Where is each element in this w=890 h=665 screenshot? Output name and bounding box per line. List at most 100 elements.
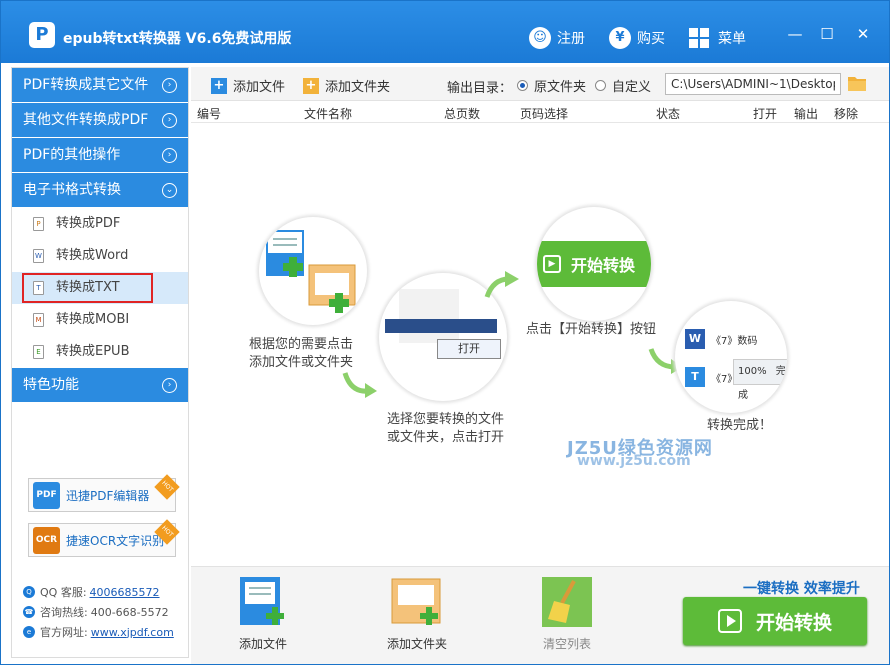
promo-pdf-editor[interactable]: PDF 迅捷PDF编辑器 HOT bbox=[28, 474, 180, 512]
sidebar-item-label: 转换成Word bbox=[56, 248, 129, 263]
pdf-editor-icon: PDF bbox=[33, 481, 60, 509]
start-mock-label: 开始转换 bbox=[571, 256, 636, 275]
col-pages: 总页数 bbox=[444, 107, 481, 121]
add-folder-label: 添加文件夹 bbox=[325, 80, 391, 95]
folder-icon[interactable] bbox=[846, 72, 868, 94]
add-folder-button[interactable]: + 添加文件夹 bbox=[303, 76, 390, 95]
chevron-right-icon: › bbox=[162, 113, 177, 128]
category-label: PDF转换成其它文件 bbox=[23, 77, 149, 93]
app-logo-icon: P bbox=[29, 22, 55, 48]
radio-label: 原文件夹 bbox=[534, 80, 587, 95]
category-label: 电子书格式转换 bbox=[23, 182, 121, 198]
contact-hotline: ☎ 咨询热线: 400-668-5572 bbox=[23, 604, 169, 620]
radio-original-folder[interactable]: 原文件夹 bbox=[517, 76, 586, 95]
yen-icon: ¥ bbox=[609, 27, 631, 49]
qq-link[interactable]: 4006685572 bbox=[90, 586, 160, 599]
col-name: 文件名称 bbox=[304, 107, 353, 121]
sidebar-item-label: 转换成PDF bbox=[56, 216, 121, 231]
sidebar-item-to-mobi[interactable]: M 转换成MOBI bbox=[12, 304, 188, 336]
category-ebook-convert[interactable]: 电子书格式转换 ⌄ bbox=[12, 173, 188, 208]
category-special-features[interactable]: 特色功能 › bbox=[12, 368, 188, 403]
add-file-button[interactable]: + 添加文件 bbox=[211, 76, 285, 95]
add-file-label: 添加文件 bbox=[233, 80, 286, 95]
radio-dot bbox=[595, 80, 606, 91]
folder-list-mock bbox=[399, 289, 459, 343]
buy-button[interactable]: ¥ 购买 bbox=[609, 27, 665, 49]
step1-line1: 根据您的需要点击 bbox=[249, 337, 354, 352]
word-file-icon: W bbox=[33, 249, 44, 263]
step2-text: 选择您要转换的文件 或文件夹，点击打开 bbox=[387, 411, 504, 447]
col-output: 输出 bbox=[794, 107, 819, 121]
promo-ocr[interactable]: OCR 捷速OCR文字识别 HOT bbox=[28, 519, 180, 557]
grid-icon bbox=[689, 28, 709, 48]
bottom-add-folder-button[interactable]: 添加文件夹 bbox=[377, 575, 457, 652]
category-pdf-other-ops[interactable]: PDF的其他操作 › bbox=[12, 138, 188, 173]
app-window: P epub转txt转换器 V6.6免费试用版 ☺ 注册 ¥ 购买 菜单 — ☐… bbox=[0, 0, 890, 665]
category-other-to-pdf[interactable]: 其他文件转换成PDF › bbox=[12, 103, 188, 138]
mobi-file-icon: M bbox=[33, 313, 44, 327]
menu-button[interactable]: 菜单 bbox=[689, 27, 746, 49]
bottom-add-folder-label: 添加文件夹 bbox=[386, 637, 447, 651]
bottom-bar: 添加文件 添加文件夹 清空列表 一键转换 效率提升 开始转换 bbox=[191, 566, 889, 664]
register-label: 注册 bbox=[557, 31, 585, 47]
sidebar-item-to-pdf[interactable]: P 转换成PDF bbox=[12, 208, 188, 240]
bottom-add-file-button[interactable]: 添加文件 bbox=[223, 575, 303, 652]
minimize-button[interactable]: — bbox=[785, 25, 805, 43]
col-remove: 移除 bbox=[834, 107, 859, 121]
watermark-url: www.jz5u.com bbox=[577, 453, 691, 469]
progress-badge: 100% 完成 bbox=[733, 359, 787, 401]
step3-text: 点击【开始转换】按钮 bbox=[526, 322, 657, 337]
add-folder-icon bbox=[390, 575, 444, 629]
qq-icon: Q bbox=[23, 586, 35, 598]
promo-label: 迅捷PDF编辑器 bbox=[66, 488, 150, 503]
contact-qq: Q QQ 客服: 4006685572 bbox=[23, 584, 160, 600]
sidebar-item-label: 转换成MOBI bbox=[56, 312, 130, 327]
file-list-area[interactable]: 根据您的需要点击 添加文件或文件夹 打开 JZ5U绿色资源网 www.jz5u.… bbox=[191, 123, 889, 565]
category-pdf-to-other[interactable]: PDF转换成其它文件 › bbox=[12, 68, 188, 103]
selected-row-mock bbox=[385, 319, 497, 333]
col-page-select: 页码选择 bbox=[520, 107, 569, 121]
contact-website: e 官方网址: www.xjpdf.com bbox=[23, 624, 174, 640]
hot-badge: HOT bbox=[154, 474, 180, 500]
radio-dot-checked bbox=[517, 80, 528, 91]
close-button[interactable]: ✕ bbox=[853, 25, 873, 43]
contact-label: QQ 客服: bbox=[40, 586, 87, 599]
step1-text: 根据您的需要点击 添加文件或文件夹 bbox=[249, 336, 353, 372]
file-table-header: 编号 文件名称 总页数 页码选择 状态 打开 输出 移除 bbox=[191, 101, 889, 123]
register-button[interactable]: ☺ 注册 bbox=[529, 27, 585, 49]
contact-label: 咨询热线: bbox=[40, 606, 88, 619]
sidebar: PDF转换成其它文件 › 其他文件转换成PDF › PDF的其他操作 › 电子书… bbox=[11, 67, 189, 658]
sidebar-item-to-epub[interactable]: E 转换成EPUB bbox=[12, 336, 188, 368]
step2-line2: 或文件夹，点击打开 bbox=[387, 430, 505, 445]
step2-line1: 选择您要转换的文件 bbox=[387, 412, 505, 427]
start-button-mock: ▶ 开始转换 bbox=[537, 241, 651, 287]
step1-line2: 添加文件或文件夹 bbox=[249, 355, 354, 370]
step4-illustration: W 《7》数码 T 《7》 100% 完成 bbox=[675, 301, 787, 413]
sidebar-item-to-txt[interactable]: T 转换成TXT bbox=[12, 272, 188, 304]
promo-label: 捷速OCR文字识别 bbox=[66, 533, 165, 548]
clear-list-button[interactable]: 清空列表 bbox=[527, 575, 607, 652]
add-file-icon bbox=[236, 575, 290, 629]
category-label: 其他文件转换成PDF bbox=[23, 112, 149, 128]
ocr-icon: OCR bbox=[33, 526, 60, 554]
epub-file-icon: E bbox=[33, 345, 44, 359]
category-label: PDF的其他操作 bbox=[23, 147, 121, 163]
slogan: 一键转换 效率提升 bbox=[743, 581, 860, 597]
app-title: epub转txt转换器 V6.6免费试用版 bbox=[63, 31, 292, 47]
play-icon bbox=[717, 609, 742, 633]
txt-file-icon: T bbox=[33, 281, 44, 295]
col-status: 状态 bbox=[656, 107, 681, 121]
website-link[interactable]: www.xjpdf.com bbox=[91, 626, 174, 639]
col-index: 编号 bbox=[197, 107, 222, 121]
maximize-button[interactable]: ☐ bbox=[817, 25, 837, 43]
start-convert-label: 开始转换 bbox=[755, 611, 832, 634]
contact-label: 官方网址: bbox=[40, 626, 88, 639]
sidebar-item-to-word[interactable]: W 转换成Word bbox=[12, 240, 188, 272]
output-dir-label: 输出目录： bbox=[447, 81, 513, 96]
radio-custom[interactable]: 自定义 bbox=[595, 76, 651, 95]
play-icon: ▶ bbox=[543, 255, 561, 273]
start-convert-button[interactable]: 开始转换 bbox=[683, 597, 867, 645]
step3-illustration: ▶ 开始转换 bbox=[537, 207, 651, 321]
output-path-input[interactable] bbox=[665, 73, 841, 95]
chevron-right-icon: › bbox=[162, 148, 177, 163]
